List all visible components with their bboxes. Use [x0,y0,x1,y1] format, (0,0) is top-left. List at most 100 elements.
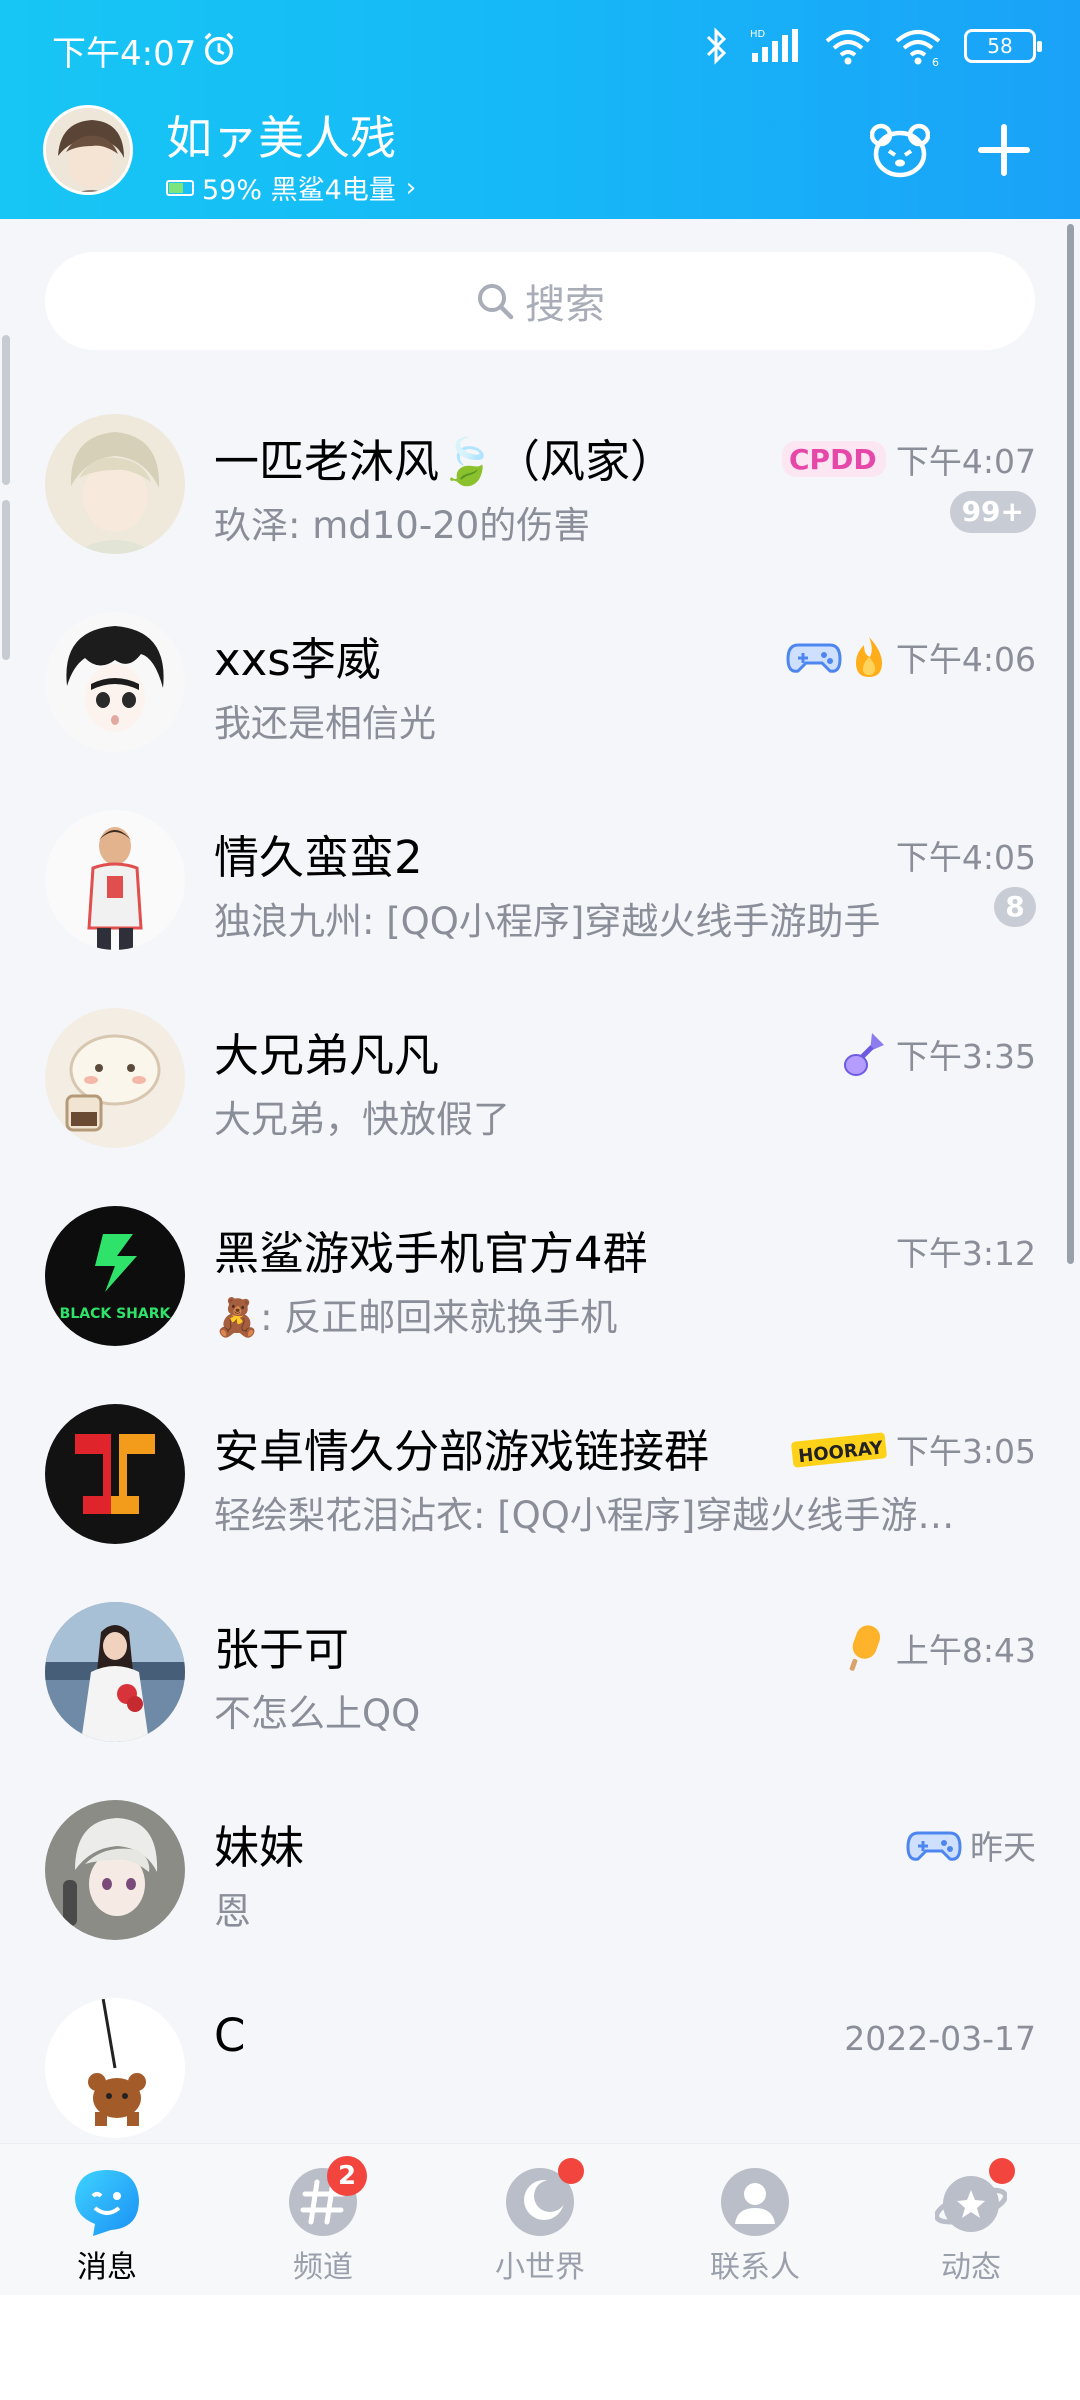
status-time: 下午4:07 [52,34,197,74]
tab-contacts[interactable]: 联系人 [690,2166,820,2286]
conversation-time: 下午4:05 [895,838,1036,877]
messages-icon [71,2166,143,2238]
small-world-icon [504,2158,584,2238]
conversation-meta: 2022-03-17 [844,2019,1036,2058]
conversation-time: 上午8:43 [895,1631,1036,1670]
status-bar: 下午4:07 HD 6 58 [0,0,1080,98]
conversation-meta: 下午3:12 [896,1227,1036,1275]
tab-label: 消息 [77,2250,137,2285]
tab-feeds[interactable]: 动态 [906,2158,1036,2286]
conversation-avatar [45,414,185,554]
contacts-icon [719,2166,791,2238]
popsicle-icon [849,1625,880,1671]
svg-text:6: 6 [932,56,939,66]
app-header: 下午4:07 HD 6 58 如ァ美人残 59% 黑鲨4电量 › [0,0,1080,219]
conversation-avatar [45,1998,185,2138]
search-bar[interactable]: 搜索 [45,252,1035,350]
conversation-row[interactable]: 妹妹 恩 昨天 [0,1781,1080,1979]
profile-nickname[interactable]: 如ァ美人残 [166,102,396,168]
guitar-icon [843,1033,884,1076]
gamepad-icon [786,643,842,673]
conversation-avatar [45,1404,185,1544]
chevron-right-icon: › [405,172,417,203]
conversation-name: 黑鲨游戏手机官方4群 [214,1227,648,1280]
conversation-meta: 下午4:05 [896,831,1036,879]
wifi-6-icon: 6 [895,30,941,66]
conversation-name: xxs李威 [214,633,381,686]
svg-text:HD: HD [750,29,766,40]
feeds-dot [989,2158,1015,2184]
add-button[interactable] [966,112,1042,188]
conversation-row[interactable]: 张于可 不怎么上QQ 上午8:43 [0,1583,1080,1781]
conversation-list: 一匹老沐风🍃（风家） 玖泽: md10-20的伤害 CPDD 下午4:07 99… [0,395,1080,2177]
conversation-meta: CPDD 下午4:07 [780,435,1036,483]
bluetooth-icon [706,27,727,65]
svg-text:BLACK SHARK: BLACK SHARK [60,1306,172,1322]
conversation-meta: 下午3:35 [842,1029,1036,1079]
conversation-name: C [214,2009,246,2062]
conversation-meta: 下午4:06 [786,633,1036,681]
conversation-name: 张于可 [214,1623,350,1676]
alarm-icon [204,32,234,65]
plus-icon [978,124,1030,176]
conversation-meta: 上午8:43 [844,1623,1036,1673]
conversation-name: 安卓情久分部游戏链接群 [214,1425,710,1478]
small-world-dot [558,2158,584,2184]
conversation-preview: 不怎么上QQ [214,1692,421,1735]
conversation-row[interactable]: 大兄弟凡凡 大兄弟，快放假了 下午3:35 [0,989,1080,1187]
conversation-row[interactable]: BLACK SHARK 黑鲨游戏手机官方4群 🧸: 反正邮回来就换手机 下午3:… [0,1187,1080,1385]
conversation-row[interactable]: 安卓情久分部游戏链接群 轻绘梨花泪沾衣: [QQ小程序]穿越火线手游… HOOR… [0,1385,1080,1583]
battery-indicator: 58 [964,29,1042,63]
conversation-time: 下午3:12 [895,1234,1036,1273]
conversation-name: 情久蛮蛮2 [214,831,423,884]
status-icons: HD 6 58 [704,26,1042,66]
gamepad-icon [906,1831,962,1861]
conversation-meta: HOORAY 下午3:05 [790,1425,1036,1473]
channels-badge: 2 [327,2156,367,2196]
bottom-navigation: 消息 2 频道 小世界 联系人 动态 [0,2143,1080,2295]
conversation-meta: 昨天 [906,1821,1036,1869]
conversation-preview: 恩 [214,1890,251,1933]
conversation-row[interactable]: xxs李威 我还是相信光 下午4:06 [0,593,1080,791]
conversation-avatar [45,1602,185,1742]
device-battery-status[interactable]: 59% 黑鲨4电量 › [166,168,416,207]
conversation-time: 下午3:05 [895,1432,1036,1471]
conversation-preview: 独浪九州: [QQ小程序]穿越火线手游助手 [214,900,881,943]
conversation-time: 2022-03-17 [844,2019,1036,2058]
conversation-time: 下午4:06 [895,640,1036,679]
conversation-row[interactable]: 情久蛮蛮2 独浪九州: [QQ小程序]穿越火线手游助手 下午4:05 8 [0,791,1080,989]
fire-icon [855,637,882,677]
unread-badge: 8 [994,887,1036,927]
conversation-preview: 玖泽: md10-20的伤害 [214,504,591,547]
mini-battery-icon [166,179,194,196]
cpdd-icon: CPDD [781,441,886,477]
tab-small-world[interactable]: 小世界 [475,2158,605,2286]
conversation-preview: 我还是相信光 [214,702,436,745]
pet-face-button[interactable] [862,112,938,188]
unread-badge: 99+ [949,491,1036,533]
tab-label: 联系人 [710,2250,800,2285]
conversation-name: 大兄弟凡凡 [214,1029,440,1082]
conversation-avatar: BLACK SHARK [45,1206,185,1346]
tab-messages[interactable]: 消息 [42,2166,172,2286]
signal-icon: HD [750,29,798,62]
conversation-name: 一匹老沐风🍃（风家） [214,435,676,488]
search-icon [478,284,514,320]
conversation-preview: 轻绘梨花泪沾衣: [QQ小程序]穿越火线手游… [214,1494,955,1537]
wifi-icon [825,30,871,65]
conversation-row[interactable]: 一匹老沐风🍃（风家） 玖泽: md10-20的伤害 CPDD 下午4:07 99… [0,395,1080,593]
pet-face-icon [870,123,930,178]
conversation-time: 昨天 [970,1828,1036,1867]
tab-channels[interactable]: 2 频道 [258,2156,388,2286]
tab-label: 小世界 [495,2250,585,2285]
search-placeholder: 搜索 [525,282,605,328]
svg-text:CPDD: CPDD [789,443,877,476]
conversation-preview: 🧸: 反正邮回来就换手机 [214,1296,618,1339]
conversation-avatar [45,612,185,752]
tab-label: 频道 [293,2250,353,2285]
channel-hash-icon: 2 [287,2156,367,2238]
conversation-avatar [45,1800,185,1940]
profile-avatar[interactable] [43,105,133,195]
device-status-text: 59% 黑鲨4电量 [202,175,396,206]
tab-label: 动态 [941,2250,1001,2285]
